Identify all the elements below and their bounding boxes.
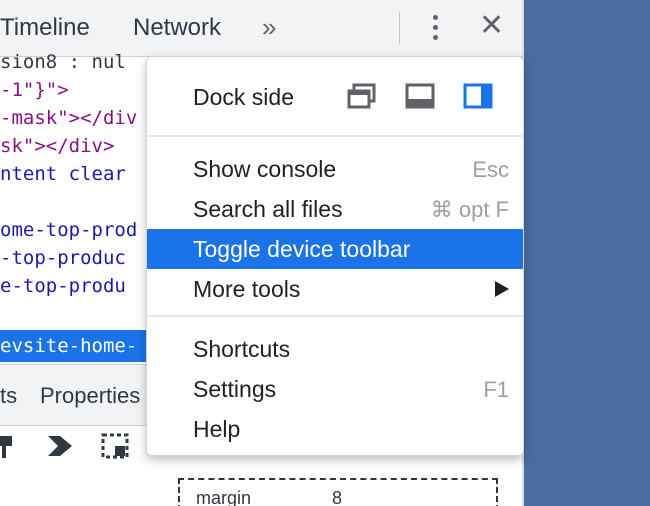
- dock-bottom-icon[interactable]: [405, 83, 435, 109]
- screenshot-root: Timeline Network » ✕ sion8 : nul -1"}"> -m…: [0, 0, 650, 506]
- menu-item-shortcut: Esc: [472, 157, 509, 182]
- menu-item-toggle-device-toolbar[interactable]: Toggle device toolbar: [147, 229, 523, 269]
- menu-item-shortcut: F1: [483, 377, 509, 402]
- toolbar-divider: [399, 12, 400, 44]
- code-line[interactable]: -1"}">: [0, 76, 160, 104]
- code-line[interactable]: -mask"></div: [0, 104, 160, 132]
- menu-item-shortcuts[interactable]: Shortcuts: [147, 329, 523, 369]
- menu-item-label: Show console: [193, 156, 337, 182]
- tab-timeline[interactable]: Timeline: [0, 14, 90, 42]
- menu-item-show-console[interactable]: Show console Esc: [147, 149, 523, 189]
- margin-label: margin: [196, 488, 252, 506]
- style-toolbar: [0, 424, 160, 468]
- code-line[interactable]: sion8 : nul: [0, 48, 160, 76]
- code-line[interactable]: [0, 300, 160, 318]
- undock-icon[interactable]: [347, 83, 377, 109]
- kebab-menu-icon[interactable]: [426, 12, 446, 44]
- more-tabs-chevron-icon[interactable]: »: [262, 12, 276, 43]
- diamond-icon[interactable]: [44, 432, 76, 460]
- tab-listeners[interactable]: ts: [0, 383, 17, 409]
- tab-network[interactable]: Network: [133, 14, 221, 42]
- dock-right-icon[interactable]: [463, 83, 493, 109]
- menu-item-label: Settings: [193, 376, 277, 402]
- menu-item-label: Help: [193, 416, 241, 442]
- box-model-diagram: margin 8: [178, 478, 498, 506]
- code-line[interactable]: sk"></div>: [0, 132, 160, 160]
- menu-item-help[interactable]: Help: [147, 409, 523, 449]
- tab-properties[interactable]: Properties: [40, 383, 140, 409]
- menu-item-label: More tools: [193, 276, 301, 302]
- elements-code-view: sion8 : nul -1"}"> -mask"></div sk"></div> n…: [0, 48, 160, 318]
- desktop-background: [524, 0, 650, 506]
- code-line[interactable]: -top-produc: [0, 244, 160, 272]
- menu-item-search-all-files[interactable]: Search all files ⌘ opt F: [147, 189, 523, 229]
- dock-side-label: Dock side: [193, 84, 294, 110]
- close-icon[interactable]: ✕: [479, 8, 504, 43]
- selected-dom-node[interactable]: evsite-home-: [0, 330, 150, 362]
- menu-item-more-tools[interactable]: More tools: [147, 269, 523, 309]
- menu-item-label: Search all files: [193, 196, 343, 222]
- menu-item-label: Toggle device toolbar: [193, 236, 411, 262]
- submenu-arrow-icon: [495, 281, 509, 297]
- code-line[interactable]: ome-top-prod: [0, 216, 160, 244]
- pin-icon[interactable]: [0, 432, 26, 460]
- menu-item-label: Shortcuts: [193, 336, 291, 362]
- menu-separator: [147, 315, 523, 317]
- code-line[interactable]: e-top-produ: [0, 272, 160, 300]
- code-line[interactable]: ntent clear: [0, 160, 160, 188]
- element-select-icon[interactable]: [100, 432, 132, 460]
- code-line[interactable]: [0, 188, 160, 216]
- menu-item-settings[interactable]: Settings F1: [147, 369, 523, 409]
- margin-value[interactable]: 8: [332, 488, 342, 506]
- menu-item-shortcut: ⌘ opt F: [430, 197, 509, 222]
- menu-separator: [147, 135, 523, 137]
- devtools-options-menu: Dock side Show console Esc Search all fi…: [146, 56, 524, 456]
